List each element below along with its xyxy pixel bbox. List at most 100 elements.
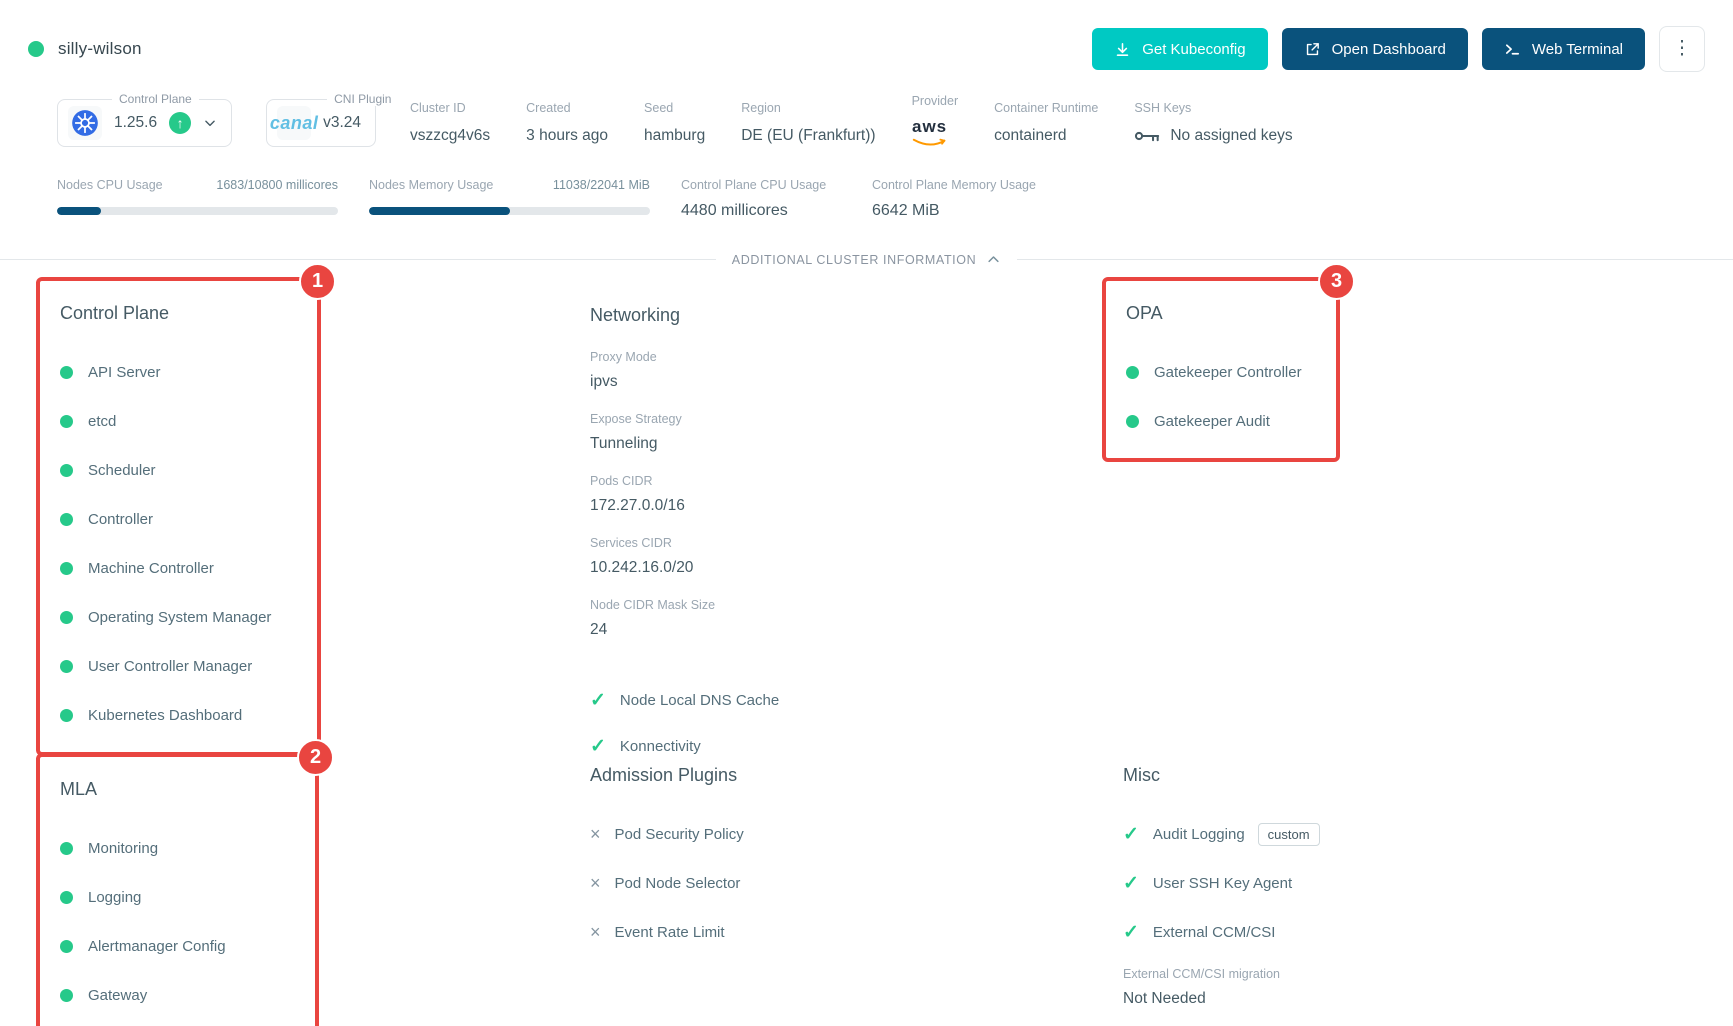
nodes-cpu-usage: Nodes CPU Usage 1683/10800 millicores [57,178,338,220]
nodes-cpu-label: Nodes CPU Usage [57,178,163,192]
kebab-icon: ⋮ [1673,38,1692,59]
get-kubeconfig-label: Get Kubeconfig [1142,41,1245,58]
green-status-icon [60,940,73,953]
annotation-number-2: 2 [297,739,334,776]
cni-plugin-label: CNI Plugin [327,92,398,106]
created-label: Created [526,101,608,115]
web-terminal-button[interactable]: Web Terminal [1482,28,1645,70]
green-status-icon [60,611,73,624]
open-dashboard-button[interactable]: Open Dashboard [1282,28,1468,70]
check-icon: ✓ [590,689,606,712]
additional-cluster-information-panel: 1 Control Plane API Server etcd Schedule… [0,267,1733,1026]
green-status-icon [60,513,73,526]
misc-section-title: Misc [1123,765,1733,786]
nodes-cpu-progressbar [57,207,338,215]
additional-cluster-information-label: ADDITIONAL CLUSTER INFORMATION [732,253,976,267]
container-runtime-value: containerd [994,127,1098,145]
cni-plugin-version-value: v3.24 [323,114,361,132]
status-item-monitoring: Monitoring [60,824,295,873]
region-field: Region DE (EU (Frankfurt)) [741,101,875,145]
seed-label: Seed [644,101,705,115]
control-plane-version-value: 1.25.6 [114,114,157,132]
cluster-id-label: Cluster ID [410,101,490,115]
green-status-icon [60,660,73,673]
external-ccm-csi-migration-field: External CCM/CSI migration Not Needed [1123,967,1733,1008]
check-node-local-dns-cache: ✓Node Local DNS Cache [590,677,1123,723]
status-item-user-controller-manager: User Controller Manager [60,642,297,691]
status-item-machine-controller: Machine Controller [60,544,297,593]
canal-logo-icon: canal [277,106,311,140]
container-runtime-field: Container Runtime containerd [994,101,1098,145]
expose-strategy-field: Expose Strategy Tunneling [590,412,1123,453]
aws-logo-icon: aws [912,120,948,152]
control-plane-version-box[interactable]: Control Plane 1.25.6 ↑ [57,99,232,147]
annotation-number-3: 3 [1318,263,1355,300]
misc-section: Misc ✓ Audit Logging custom ✓User SSH Ke… [1123,735,1733,1026]
nodes-memory-label: Nodes Memory Usage [369,178,493,192]
annotation-number-1: 1 [299,263,336,300]
status-item-api-server: API Server [60,348,297,397]
status-item-logging: Logging [60,873,295,922]
status-item-gateway: Gateway [60,971,295,1020]
seed-field: Seed hamburg [644,101,705,145]
download-icon [1114,41,1131,58]
terminal-icon [1504,41,1521,58]
provider-label: Provider [912,94,959,108]
get-kubeconfig-button[interactable]: Get Kubeconfig [1092,28,1267,70]
ssh-keys-field: SSH Keys No assigned keys [1134,101,1292,145]
check-icon: ✓ [1123,823,1139,846]
chevron-down-icon[interactable] [203,116,217,130]
control-plane-cpu-usage: Control Plane CPU Usage 4480 millicores [681,178,841,220]
pods-cidr-field: Pods CIDR 172.27.0.0/16 [590,474,1123,515]
ssh-keys-label: SSH Keys [1134,101,1292,115]
green-status-icon [1126,366,1139,379]
status-item-gatekeeper-audit: Gatekeeper Audit [1126,397,1316,446]
kubernetes-logo-icon [68,106,102,140]
created-value: 3 hours ago [526,127,608,145]
provider-field: Provider aws [912,94,959,152]
networking-section: Networking Proxy Mode ipvs Expose Strate… [590,277,1123,735]
cp-cpu-label: Control Plane CPU Usage [681,178,841,192]
annotation-box-3: 3 OPA Gatekeeper Controller Gatekeeper A… [1102,277,1340,462]
status-item-kubernetes-dashboard: Kubernetes Dashboard [60,691,297,740]
admission-plugins-section: Admission Plugins ×Pod Security Policy ×… [590,735,1123,1026]
green-status-icon [60,562,73,575]
check-icon: ✓ [1123,872,1139,895]
admission-plugins-section-title: Admission Plugins [590,765,1123,786]
cp-memory-label: Control Plane Memory Usage [872,178,1036,192]
status-item-operating-system-manager: Operating System Manager [60,593,297,642]
cluster-id-field: Cluster ID vszzcg4v6s [410,101,490,145]
cluster-id-value: vszzcg4v6s [410,127,490,145]
page-title: silly-wilson [58,39,142,59]
more-actions-button[interactable]: ⋮ [1659,26,1705,72]
proxy-mode-field: Proxy Mode ipvs [590,350,1123,391]
container-runtime-label: Container Runtime [994,101,1098,115]
ssh-keys-value: No assigned keys [1170,127,1292,145]
nodes-memory-progressbar [369,207,650,215]
upgrade-available-icon[interactable]: ↑ [169,112,191,134]
cluster-health-dot [28,41,44,57]
nodes-memory-usage: Nodes Memory Usage 11038/22041 MiB [369,178,650,220]
annotation-box-1: 1 Control Plane API Server etcd Schedule… [36,277,321,756]
green-status-icon [60,415,73,428]
seed-value: hamburg [644,127,705,145]
check-external-ccm-csi: ✓External CCM/CSI [1123,908,1733,957]
usage-bar: Nodes CPU Usage 1683/10800 millicores No… [0,152,1733,220]
check-user-ssh-key-agent: ✓User SSH Key Agent [1123,859,1733,908]
nodes-cpu-value: 1683/10800 millicores [216,178,338,192]
key-icon [1134,129,1160,143]
region-label: Region [741,101,875,115]
green-status-icon [60,709,73,722]
green-status-icon [60,989,73,1002]
cp-memory-value: 6642 MiB [872,202,1036,220]
additional-cluster-information-toggle[interactable]: ADDITIONAL CLUSTER INFORMATION [0,252,1733,267]
cross-icon: × [590,824,601,845]
audit-logging-custom-badge: custom [1258,823,1320,846]
green-status-icon [1126,415,1139,428]
node-cidr-mask-size-field: Node CIDR Mask Size 24 [590,598,1123,639]
cluster-header: silly-wilson Get Kubeconfig Open Dashboa… [0,0,1733,72]
control-plane-memory-usage: Control Plane Memory Usage 6642 MiB [872,178,1036,220]
cni-plugin-box: CNI Plugin canal v3.24 [266,99,376,147]
created-field: Created 3 hours ago [526,101,608,145]
region-value: DE (EU (Frankfurt)) [741,127,875,145]
